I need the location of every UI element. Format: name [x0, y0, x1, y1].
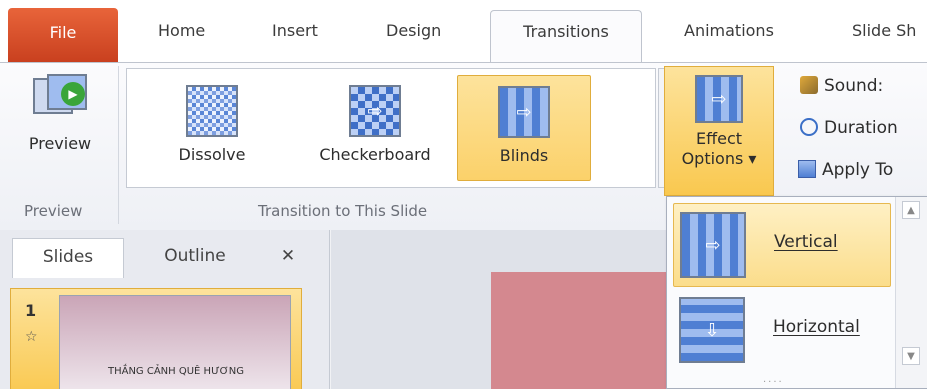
effect-options-button[interactable]: ⇨ Effect Options ▾: [664, 66, 774, 196]
menu-item-horizontal[interactable]: ⇩ Horizontal: [673, 289, 891, 373]
slide-number: 1: [25, 301, 37, 320]
tab-outline[interactable]: Outline: [130, 238, 260, 278]
ribbon-tab-bar: File Home Insert Design Transitions Anim…: [0, 0, 927, 64]
menu-scrollbar: ▲ ▼: [895, 197, 927, 388]
gallery-item-label: Dissolve: [178, 145, 246, 164]
duration-control[interactable]: Duration: [800, 118, 898, 138]
clock-icon: [800, 118, 818, 136]
tab-slides[interactable]: Slides: [12, 238, 124, 278]
slide-thumbnail-1[interactable]: 1 ☆ THẮNG CẢNH QUÊ HƯƠNG: [10, 288, 302, 389]
gallery-item-dissolve[interactable]: Dissolve: [157, 75, 267, 181]
preview-button-label: Preview: [28, 134, 92, 153]
menu-item-label: Horizontal: [773, 317, 860, 337]
tab-file[interactable]: File: [8, 8, 118, 62]
slide-preview: THẮNG CẢNH QUÊ HƯƠNG: [59, 295, 291, 389]
gallery-item-label: Checkerboard: [319, 145, 431, 164]
tab-insert[interactable]: Insert: [272, 10, 318, 52]
menu-scroll-down-icon[interactable]: ▼: [902, 347, 920, 365]
menu-item-label: Vertical: [774, 232, 838, 252]
sound-control[interactable]: Sound:: [800, 76, 883, 96]
effect-options-icon: ⇨: [695, 75, 743, 123]
preview-button[interactable]: ▶ Preview: [14, 70, 106, 186]
horizontal-blinds-icon: ⇩: [679, 297, 745, 363]
apply-to-label: Apply To: [822, 160, 894, 180]
blinds-icon: ⇨: [498, 86, 550, 138]
transition-gallery: Dissolve ⇨ Checkerboard ⇨ Blinds: [126, 68, 656, 188]
preview-icon: ▶: [33, 74, 87, 124]
sound-icon: [800, 76, 818, 94]
tab-transitions[interactable]: Transitions: [490, 10, 642, 64]
tab-slide-show[interactable]: Slide Sh: [852, 10, 916, 52]
tab-design[interactable]: Design: [386, 10, 441, 52]
sound-label: Sound:: [824, 76, 884, 96]
slide-title: THẮNG CẢNH QUÊ HƯƠNG: [107, 366, 245, 377]
gallery-item-checkerboard[interactable]: ⇨ Checkerboard: [295, 75, 455, 181]
menu-item-vertical[interactable]: ⇨ Vertical: [673, 203, 891, 287]
effect-options-menu: ⇨ Vertical ⇩ Horizontal ▲ ▼ ····: [666, 196, 927, 389]
checkerboard-icon: ⇨: [349, 85, 401, 137]
group-divider: [118, 66, 119, 224]
current-slide[interactable]: [491, 272, 671, 389]
menu-resize-grip-icon[interactable]: ····: [763, 377, 784, 388]
preview-group-label: Preview: [24, 202, 83, 220]
close-panel-icon[interactable]: ✕: [268, 238, 308, 278]
effect-options-label-1: Effect: [695, 129, 743, 148]
gallery-item-blinds[interactable]: ⇨ Blinds: [457, 75, 591, 181]
slides-panel: Slides Outline ✕ 1 ☆ THẮNG CẢNH QUÊ HƯƠN…: [0, 230, 330, 389]
effect-options-label-2: Options ▾: [681, 149, 757, 168]
vertical-blinds-icon: ⇨: [680, 212, 746, 278]
menu-scroll-up-icon[interactable]: ▲: [902, 201, 920, 219]
transition-star-icon: ☆: [25, 329, 38, 345]
apply-to-icon: [798, 160, 816, 178]
dissolve-icon: [186, 85, 238, 137]
tab-home[interactable]: Home: [158, 10, 205, 52]
transition-group-label: Transition to This Slide: [258, 202, 428, 220]
apply-to-all-button[interactable]: Apply To: [798, 160, 893, 180]
gallery-item-label: Blinds: [499, 146, 549, 165]
tab-animations[interactable]: Animations: [684, 10, 774, 52]
duration-label: Duration: [824, 118, 898, 138]
